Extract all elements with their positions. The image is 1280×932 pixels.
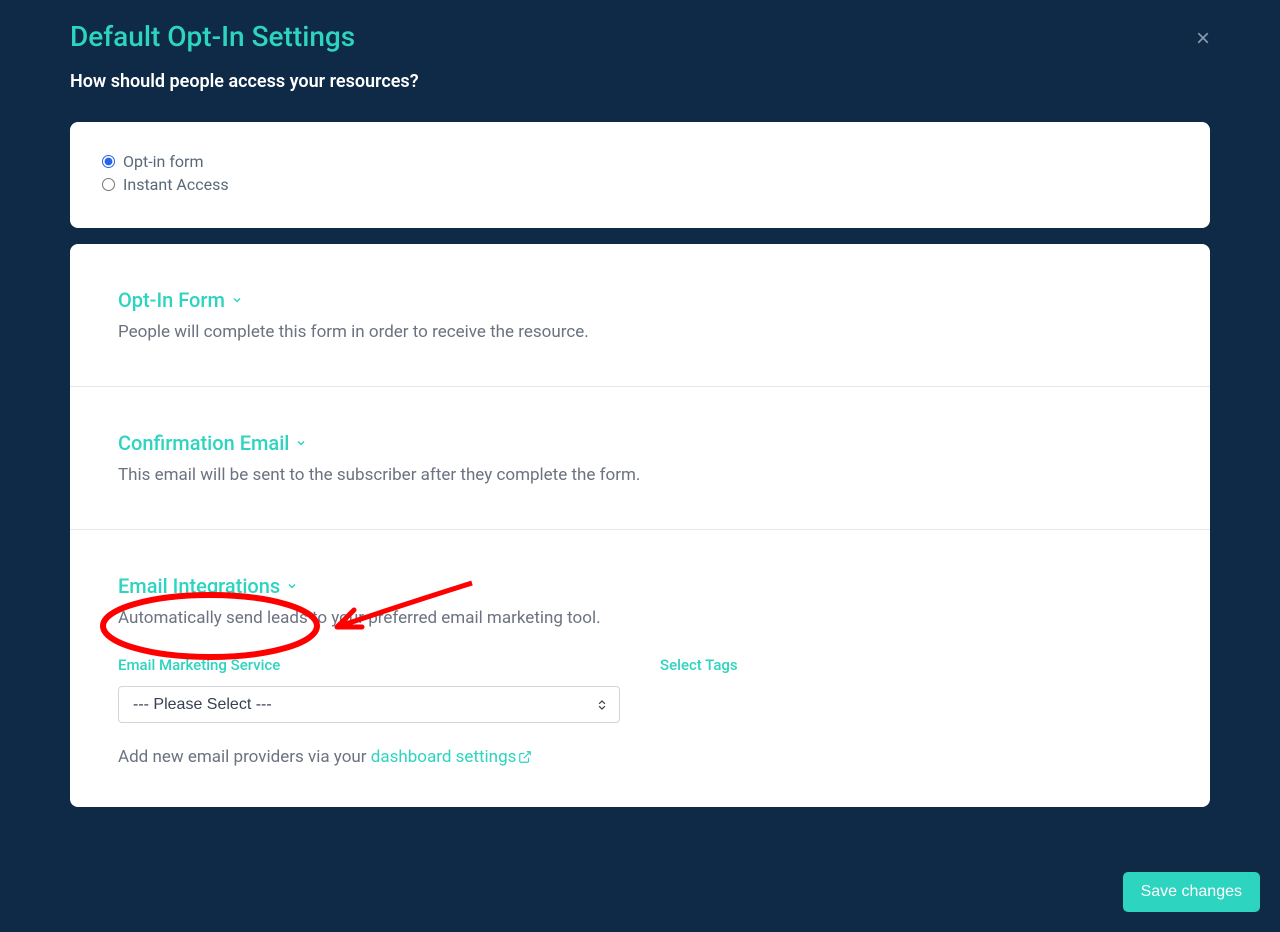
dashboard-settings-link-text: dashboard settings xyxy=(371,747,517,767)
email-integrations-section: Email Integrations Automatically send le… xyxy=(70,530,1210,807)
dashboard-settings-link[interactable]: dashboard settings xyxy=(371,747,533,767)
optin-form-section-header[interactable]: Opt-In Form xyxy=(118,288,1162,312)
optin-form-section-title: Opt-In Form xyxy=(118,288,225,312)
email-service-select[interactable]: --- Please Select --- xyxy=(118,686,620,723)
select-tags-group: Select Tags xyxy=(660,656,1162,723)
email-integrations-section-title: Email Integrations xyxy=(118,574,280,598)
radio-option-optin: Opt-in form xyxy=(102,152,1178,171)
select-tags-label: Select Tags xyxy=(660,656,1162,674)
optin-form-radio[interactable] xyxy=(102,155,115,168)
modal-subtitle: How should people access your resources? xyxy=(70,71,1210,92)
optin-form-radio-label[interactable]: Opt-in form xyxy=(123,152,203,171)
form-row: Email Marketing Service --- Please Selec… xyxy=(118,656,1162,723)
email-integrations-section-header[interactable]: Email Integrations xyxy=(118,574,1162,598)
email-integrations-section-desc: Automatically send leads to your preferr… xyxy=(118,608,1162,628)
confirmation-email-section: Confirmation Email This email will be se… xyxy=(70,387,1210,530)
email-service-label: Email Marketing Service xyxy=(118,656,620,674)
chevron-down-icon xyxy=(295,437,307,449)
confirmation-email-section-header[interactable]: Confirmation Email xyxy=(118,431,1162,455)
optin-form-section: Opt-In Form People will complete this fo… xyxy=(70,244,1210,387)
email-service-group: Email Marketing Service --- Please Selec… xyxy=(118,656,620,723)
save-changes-button[interactable]: Save changes xyxy=(1123,872,1260,912)
helper-prefix: Add new email providers via your xyxy=(118,747,371,767)
close-button[interactable]: × xyxy=(1196,25,1210,53)
modal-title: Default Opt-In Settings xyxy=(70,20,1210,53)
instant-access-radio[interactable] xyxy=(102,178,115,191)
radio-option-instant: Instant Access xyxy=(102,175,1178,194)
optin-form-section-desc: People will complete this form in order … xyxy=(118,322,1162,342)
confirmation-email-section-desc: This email will be sent to the subscribe… xyxy=(118,465,1162,485)
instant-access-radio-label[interactable]: Instant Access xyxy=(123,175,229,194)
helper-text: Add new email providers via your dashboa… xyxy=(118,747,1162,767)
chevron-down-icon xyxy=(231,294,243,306)
chevron-down-icon xyxy=(286,580,298,592)
close-icon: × xyxy=(1196,25,1210,52)
sections-card: Opt-In Form People will complete this fo… xyxy=(70,244,1210,807)
external-link-icon xyxy=(518,750,532,764)
confirmation-email-section-title: Confirmation Email xyxy=(118,431,289,455)
access-type-card: Opt-in form Instant Access xyxy=(70,122,1210,228)
